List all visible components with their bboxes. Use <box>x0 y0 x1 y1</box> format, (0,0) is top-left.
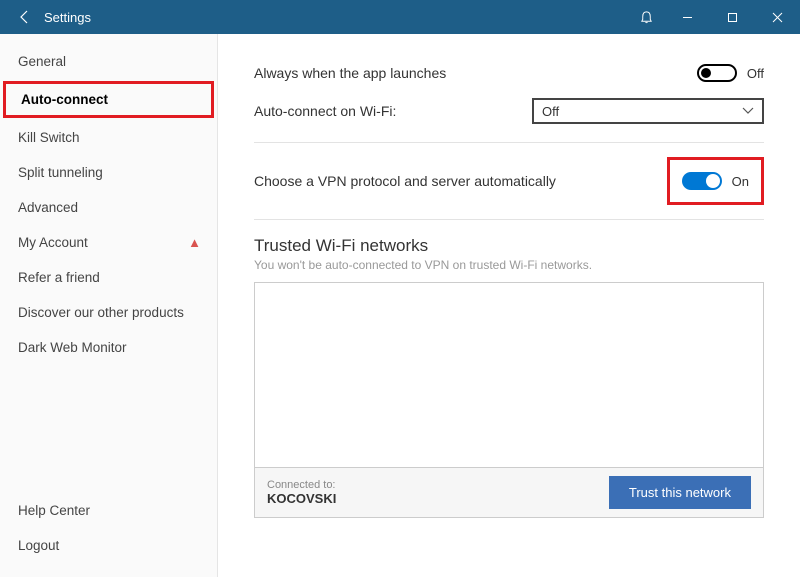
sidebar-item-general[interactable]: General <box>0 44 217 79</box>
sidebar-item-label: General <box>18 54 66 69</box>
divider <box>254 142 764 143</box>
sidebar-item-label: Help Center <box>18 503 90 518</box>
minimize-button[interactable] <box>665 0 710 34</box>
connected-label: Connected to: <box>267 479 336 491</box>
setting-vpn-auto: Choose a VPN protocol and server automat… <box>254 149 764 213</box>
trusted-footer: Connected to: KOCOVSKI Trust this networ… <box>254 468 764 518</box>
sidebar-item-label: Auto-connect <box>21 92 108 107</box>
warning-icon: ▲ <box>188 235 201 250</box>
setting-label: Always when the app launches <box>254 65 697 81</box>
sidebar-item-label: Refer a friend <box>18 270 100 285</box>
trust-network-button[interactable]: Trust this network <box>609 476 751 509</box>
wifi-autoconnect-dropdown[interactable]: Off <box>532 98 764 124</box>
toggle-state: Off <box>747 66 764 81</box>
sidebar-item-label: Split tunneling <box>18 165 103 180</box>
sidebar-item-label: Advanced <box>18 200 78 215</box>
close-button[interactable] <box>755 0 800 34</box>
highlight-annotation: On <box>667 157 764 205</box>
notifications-icon[interactable] <box>627 0 665 34</box>
vpn-auto-toggle[interactable]: On <box>682 172 749 190</box>
trusted-section-title: Trusted Wi-Fi networks <box>254 236 764 256</box>
trusted-networks-list <box>254 282 764 468</box>
sidebar-item-label: Kill Switch <box>18 130 80 145</box>
sidebar-item-help[interactable]: Help Center <box>0 493 217 528</box>
sidebar-item-discover[interactable]: Discover our other products <box>0 295 217 330</box>
sidebar-item-kill-switch[interactable]: Kill Switch <box>0 120 217 155</box>
sidebar-item-label: Discover our other products <box>18 305 184 320</box>
sidebar-item-darkweb[interactable]: Dark Web Monitor <box>0 330 217 365</box>
sidebar-item-refer[interactable]: Refer a friend <box>0 260 217 295</box>
titlebar: Settings <box>0 0 800 34</box>
sidebar: General Auto-connect Kill Switch Split tunn… <box>0 34 218 577</box>
connected-network-name: KOCOVSKI <box>267 491 336 506</box>
chevron-down-icon <box>742 104 754 118</box>
sidebar-item-advanced[interactable]: Advanced <box>0 190 217 225</box>
sidebar-item-label: My Account <box>18 235 88 250</box>
toggle-off-icon <box>697 64 737 82</box>
sidebar-item-my-account[interactable]: My Account ▲ <box>0 225 217 260</box>
always-launch-toggle[interactable]: Off <box>697 64 764 82</box>
trusted-section-subtitle: You won't be auto-connected to VPN on tr… <box>254 258 764 272</box>
back-button[interactable] <box>10 0 40 34</box>
sidebar-item-split-tunneling[interactable]: Split tunneling <box>0 155 217 190</box>
toggle-state: On <box>732 174 749 189</box>
window-title: Settings <box>44 10 91 25</box>
divider <box>254 219 764 220</box>
setting-label: Choose a VPN protocol and server automat… <box>254 173 667 189</box>
toggle-on-icon <box>682 172 722 190</box>
sidebar-item-auto-connect[interactable]: Auto-connect <box>3 81 214 118</box>
sidebar-item-label: Dark Web Monitor <box>18 340 127 355</box>
sidebar-item-logout[interactable]: Logout <box>0 528 217 563</box>
maximize-button[interactable] <box>710 0 755 34</box>
setting-wifi-autoconnect: Auto-connect on Wi-Fi: Off <box>254 94 764 136</box>
setting-always-launch: Always when the app launches Off <box>254 52 764 94</box>
sidebar-item-label: Logout <box>18 538 59 553</box>
dropdown-value: Off <box>542 104 559 119</box>
setting-label: Auto-connect on Wi-Fi: <box>254 103 532 119</box>
content-pane: Always when the app launches Off Auto-co… <box>218 34 800 577</box>
